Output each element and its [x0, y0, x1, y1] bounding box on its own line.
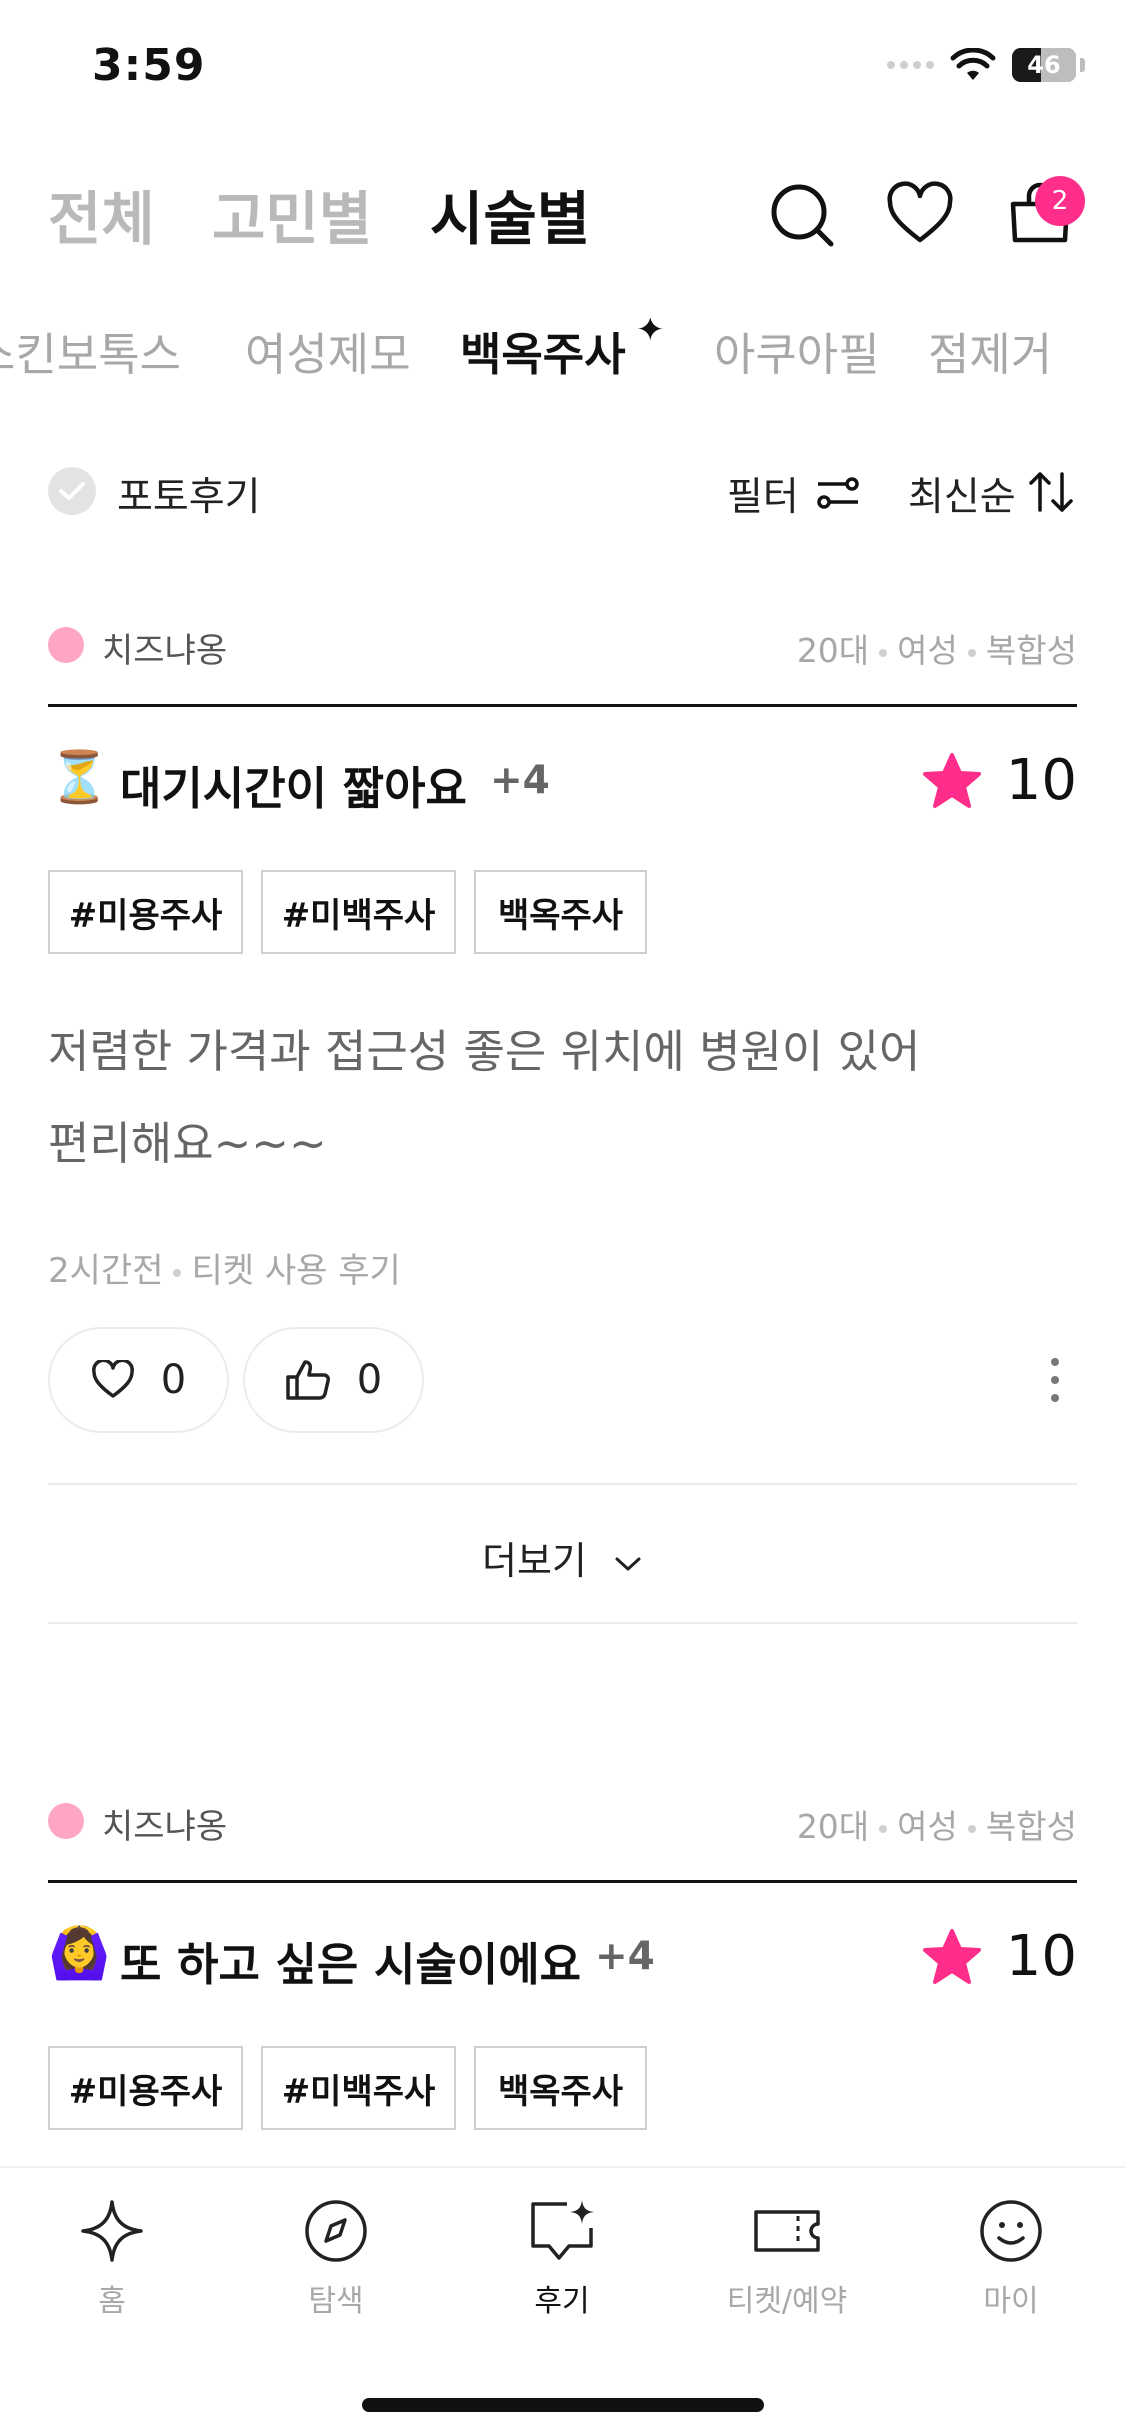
author-meta: 20대 여성 복합성 [797, 624, 1077, 672]
meta-gender: 여성 [897, 1807, 958, 1846]
divider [48, 704, 1077, 707]
review-title[interactable]: 대기시간이 짧아요 [120, 752, 467, 817]
like-button[interactable]: 0 [48, 1327, 229, 1433]
battery-icon: 46 [1012, 48, 1076, 82]
subtab-aqua-peel[interactable]: 아쿠아필 [714, 318, 880, 383]
review-title[interactable]: 또 하고 싶은 시술이에요 [120, 1928, 581, 1993]
tag-chip[interactable]: 백옥주사 [474, 2046, 647, 2130]
divider [48, 1622, 1077, 1624]
show-more-button[interactable]: 더보기 [0, 1530, 1125, 1585]
author-name[interactable]: 치즈냐옹 [102, 623, 227, 672]
score-value: 10 [1005, 1924, 1077, 1989]
subtab-skin-botox[interactable]: 스킨보톡스 [0, 318, 181, 383]
ticket-icon [754, 2210, 820, 2252]
divider [48, 1483, 1077, 1485]
home-indicator[interactable] [362, 2398, 764, 2412]
tab-by-procedure[interactable]: 시술별 [430, 172, 590, 256]
bottom-navigation: 홈 탐색 후기 티켓/예약 마이 [0, 2166, 1125, 2436]
tab-all[interactable]: 전체 [48, 172, 155, 256]
heart-icon[interactable] [885, 180, 955, 250]
review-score: 10 [922, 1924, 1077, 1989]
extra-keyword-count[interactable]: +4 [595, 1934, 655, 1979]
cart-count-badge: 2 [1035, 176, 1085, 226]
subtab-baekok-injection[interactable]: 백옥주사 [460, 318, 626, 383]
extra-keyword-count[interactable]: +4 [490, 758, 550, 803]
subtab-mole-removal[interactable]: 점제거 [928, 318, 1052, 383]
person-gesture-icon: 🙆‍♀️ [48, 1924, 111, 1982]
heart-icon [91, 1360, 134, 1398]
chevron-down-icon [615, 1557, 641, 1570]
tab-by-concern[interactable]: 고민별 [212, 172, 372, 256]
new-sparkle-icon: ✦ [636, 318, 665, 350]
meta-skin-type: 복합성 [985, 631, 1077, 670]
battery-level: 46 [1027, 51, 1061, 79]
meta-gender: 여성 [897, 631, 958, 670]
sort-button[interactable]: 최신순 [908, 466, 1016, 522]
search-icon[interactable] [767, 180, 837, 250]
posted-time: 2시간전 [48, 1251, 164, 1291]
star-icon [922, 752, 981, 808]
hourglass-icon: ⏳ [48, 748, 111, 806]
author-avatar [48, 627, 84, 663]
filter-sliders-icon[interactable] [816, 470, 860, 514]
author-meta: 20대 여성 복합성 [797, 1800, 1077, 1848]
review-chat-icon [531, 2200, 594, 2260]
meta-age: 20대 [796, 1807, 870, 1846]
nav-label: 탐색 [308, 2284, 364, 2319]
tag-chip[interactable]: #미백주사 [261, 2046, 456, 2130]
status-time: 3:59 [92, 40, 206, 91]
tag-chip[interactable]: #미용주사 [48, 870, 243, 954]
procedure-subtabs: 스킨보톡스 여성제모 백옥주사 ✦ 아쿠아필 점제거 [0, 318, 1125, 388]
meta-age: 20대 [796, 631, 870, 670]
helpful-count: 0 [356, 1357, 383, 1403]
nav-reviews[interactable]: 후기 [472, 2198, 652, 2320]
battery-cap [1080, 58, 1085, 72]
review-footer: 2시간전 티켓 사용 후기 [48, 1243, 401, 1292]
like-count: 0 [160, 1357, 187, 1403]
helpful-button[interactable]: 0 [243, 1327, 424, 1433]
wifi-icon [950, 48, 996, 80]
nav-explore[interactable]: 탐색 [246, 2198, 426, 2320]
show-more-label: 더보기 [482, 1539, 587, 1583]
sort-arrows-icon[interactable] [1028, 470, 1076, 514]
review-body[interactable]: 저렴한 가격과 접근성 좋은 위치에 병원이 있어 편리해요~~~ [48, 1006, 968, 1190]
meta-skin-type: 복합성 [985, 1807, 1077, 1846]
photo-review-checkbox[interactable] [48, 467, 96, 515]
author-avatar [48, 1803, 84, 1839]
compass-icon [305, 2200, 367, 2262]
review-score: 10 [922, 748, 1077, 813]
review-type: 티켓 사용 후기 [191, 1251, 401, 1291]
more-options-icon[interactable] [1051, 1358, 1061, 1402]
star-icon [922, 1928, 981, 1984]
thumbs-up-icon [286, 1360, 330, 1400]
photo-review-label[interactable]: 포토후기 [117, 466, 261, 522]
filter-button[interactable]: 필터 [727, 466, 799, 522]
tag-chip[interactable]: 백옥주사 [474, 870, 647, 954]
nav-label: 마이 [983, 2284, 1039, 2319]
cellular-signal-icon [887, 61, 934, 69]
nav-label: 홈 [98, 2284, 126, 2319]
author-name[interactable]: 치즈냐옹 [102, 1799, 227, 1848]
tag-chip[interactable]: #미백주사 [261, 870, 456, 954]
nav-ticket-booking[interactable]: 티켓/예약 [697, 2198, 877, 2320]
smile-icon [980, 2200, 1042, 2262]
divider [48, 1880, 1077, 1883]
tag-chip[interactable]: #미용주사 [48, 2046, 243, 2130]
nav-label: 후기 [534, 2284, 590, 2319]
nav-my[interactable]: 마이 [921, 2198, 1101, 2320]
check-icon [59, 482, 85, 500]
nav-home[interactable]: 홈 [22, 2198, 202, 2320]
subtab-female-hair-removal[interactable]: 여성제모 [245, 318, 411, 383]
status-icons: 46 [887, 48, 1085, 82]
score-value: 10 [1005, 748, 1077, 813]
sparkle-icon [81, 2200, 143, 2262]
nav-label: 티켓/예약 [726, 2284, 848, 2319]
